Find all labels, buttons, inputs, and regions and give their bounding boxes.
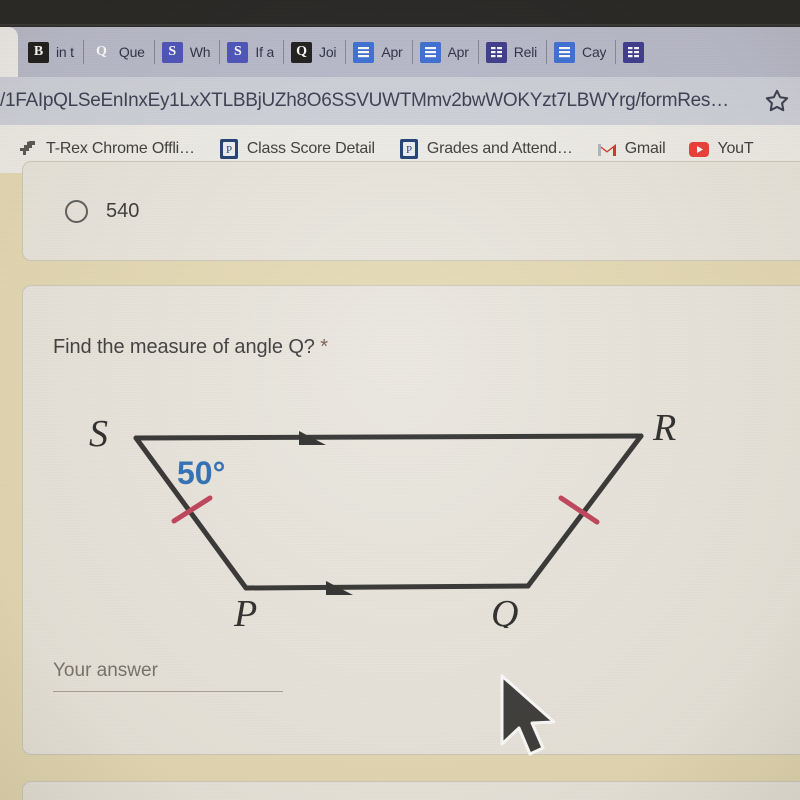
browser-tab-1[interactable]: Q Que — [82, 27, 154, 77]
browser-tab-label: Joi — [319, 44, 337, 60]
vertex-label-R: R — [652, 407, 676, 449]
svg-text:P: P — [226, 144, 232, 156]
slader-icon: S — [161, 41, 183, 63]
browser-tab-label: Wh — [189, 44, 211, 60]
browser-tab-label: Que — [118, 44, 145, 60]
browser-tab-6[interactable]: Apr — [411, 27, 478, 77]
bookmark-label: T-Rex Chrome Offli… — [46, 140, 195, 157]
google-forms-icon — [554, 41, 576, 63]
browser-tab-label: Apr — [447, 44, 469, 60]
question-card: Find the measure of angle Q? * S R Q P 5… — [22, 285, 800, 755]
slader-icon: S — [227, 41, 249, 63]
quizlet-dark-icon: Q — [291, 41, 313, 63]
side-SR — [133, 433, 644, 441]
browser-tab-label: If a — [255, 44, 275, 60]
browser-tab-label: Cay — [582, 44, 607, 60]
google-form-page: 540 Find the measure of angle Q? * S R Q… — [0, 161, 800, 800]
radio-button[interactable] — [65, 200, 88, 223]
monitor-bezel — [0, 0, 800, 27]
answer-field[interactable]: Your answer — [53, 660, 283, 692]
powerschool-icon: P — [219, 139, 239, 159]
bookmark-label: Class Score Detail — [246, 140, 375, 157]
side-QP — [243, 583, 531, 591]
google-sheets-icon — [623, 41, 645, 63]
browser-tab-0[interactable]: Bin t — [20, 27, 83, 77]
trapezoid-svg: S R Q P 50° — [89, 407, 676, 635]
browser-tab-label: Apr — [381, 44, 403, 60]
gmail-icon — [597, 139, 617, 159]
question-text: Find the measure of angle Q? — [53, 336, 315, 358]
vertex-label-Q: Q — [491, 593, 518, 628]
document-icon: B — [28, 41, 49, 63]
required-asterisk: * — [320, 336, 328, 358]
browser-tab-5[interactable]: Apr — [345, 27, 411, 77]
bookmark-item-4[interactable]: YouT — [677, 139, 765, 159]
google-forms-icon — [419, 41, 441, 63]
bookmark-item-2[interactable]: P Grades and Attend… — [387, 139, 585, 159]
browser-url-bar[interactable]: /1FAIpQLSeEnInxEy1LxXTLBBjUZh8O6SSVUWTMm… — [0, 77, 800, 125]
browser-tab-7[interactable]: Reli — [477, 27, 546, 77]
trex-icon — [18, 139, 38, 159]
powerschool-icon: P — [399, 139, 419, 159]
browser-tab-strip: Bin t Q Que S Wh S If a Q Joi Apr Apr Reli Cay — [0, 27, 800, 77]
browser-tab-4[interactable]: Q Joi — [283, 27, 345, 77]
radio-option-540[interactable]: 540 — [23, 162, 800, 223]
bookmark-item-0[interactable]: T-Rex Chrome Offli… — [6, 139, 207, 159]
browser-tab-3[interactable]: S If a — [219, 27, 283, 77]
answer-placeholder[interactable]: Your answer — [53, 660, 283, 682]
browser-tab-2[interactable]: S Wh — [153, 27, 220, 77]
bookmark-item-1[interactable]: P Class Score Detail — [207, 139, 387, 159]
angle-measure-label: 50° — [177, 455, 225, 491]
google-forms-icon — [353, 41, 375, 63]
vertex-label-S: S — [89, 413, 108, 455]
svg-text:P: P — [406, 144, 412, 156]
bookmark-label: YouT — [717, 140, 754, 157]
browser-tab-8[interactable]: Cay — [546, 27, 615, 77]
browser-tab-label: in t — [56, 44, 74, 60]
radio-option-label: 540 — [106, 200, 140, 222]
next-question-card — [22, 781, 800, 800]
bookmark-item-3[interactable]: Gmail — [585, 139, 678, 159]
bookmark-star-icon[interactable] — [754, 88, 800, 114]
vertex-label-P: P — [233, 593, 257, 628]
youtube-icon — [689, 139, 710, 159]
browser-tab-label: Reli — [513, 44, 538, 60]
quizlet-icon: Q — [95, 44, 107, 59]
google-sheets-icon — [485, 41, 507, 63]
browser-tab-9[interactable] — [615, 27, 660, 77]
answer-underline — [53, 691, 283, 692]
previous-question-card: 540 — [22, 161, 800, 261]
question-title: Find the measure of angle Q? * — [53, 336, 328, 359]
url-text[interactable]: /1FAIpQLSeEnInxEy1LxXTLBBjUZh8O6SSVUWTMm… — [0, 90, 754, 112]
screenshot-root: Bin t Q Que S Wh S If a Q Joi Apr Apr Reli Cay /1FAI… — [0, 0, 800, 800]
bookmark-label: Grades and Attend… — [426, 140, 573, 157]
geometry-figure: S R Q P 50° — [41, 398, 681, 635]
bookmark-label: Gmail — [624, 140, 666, 157]
